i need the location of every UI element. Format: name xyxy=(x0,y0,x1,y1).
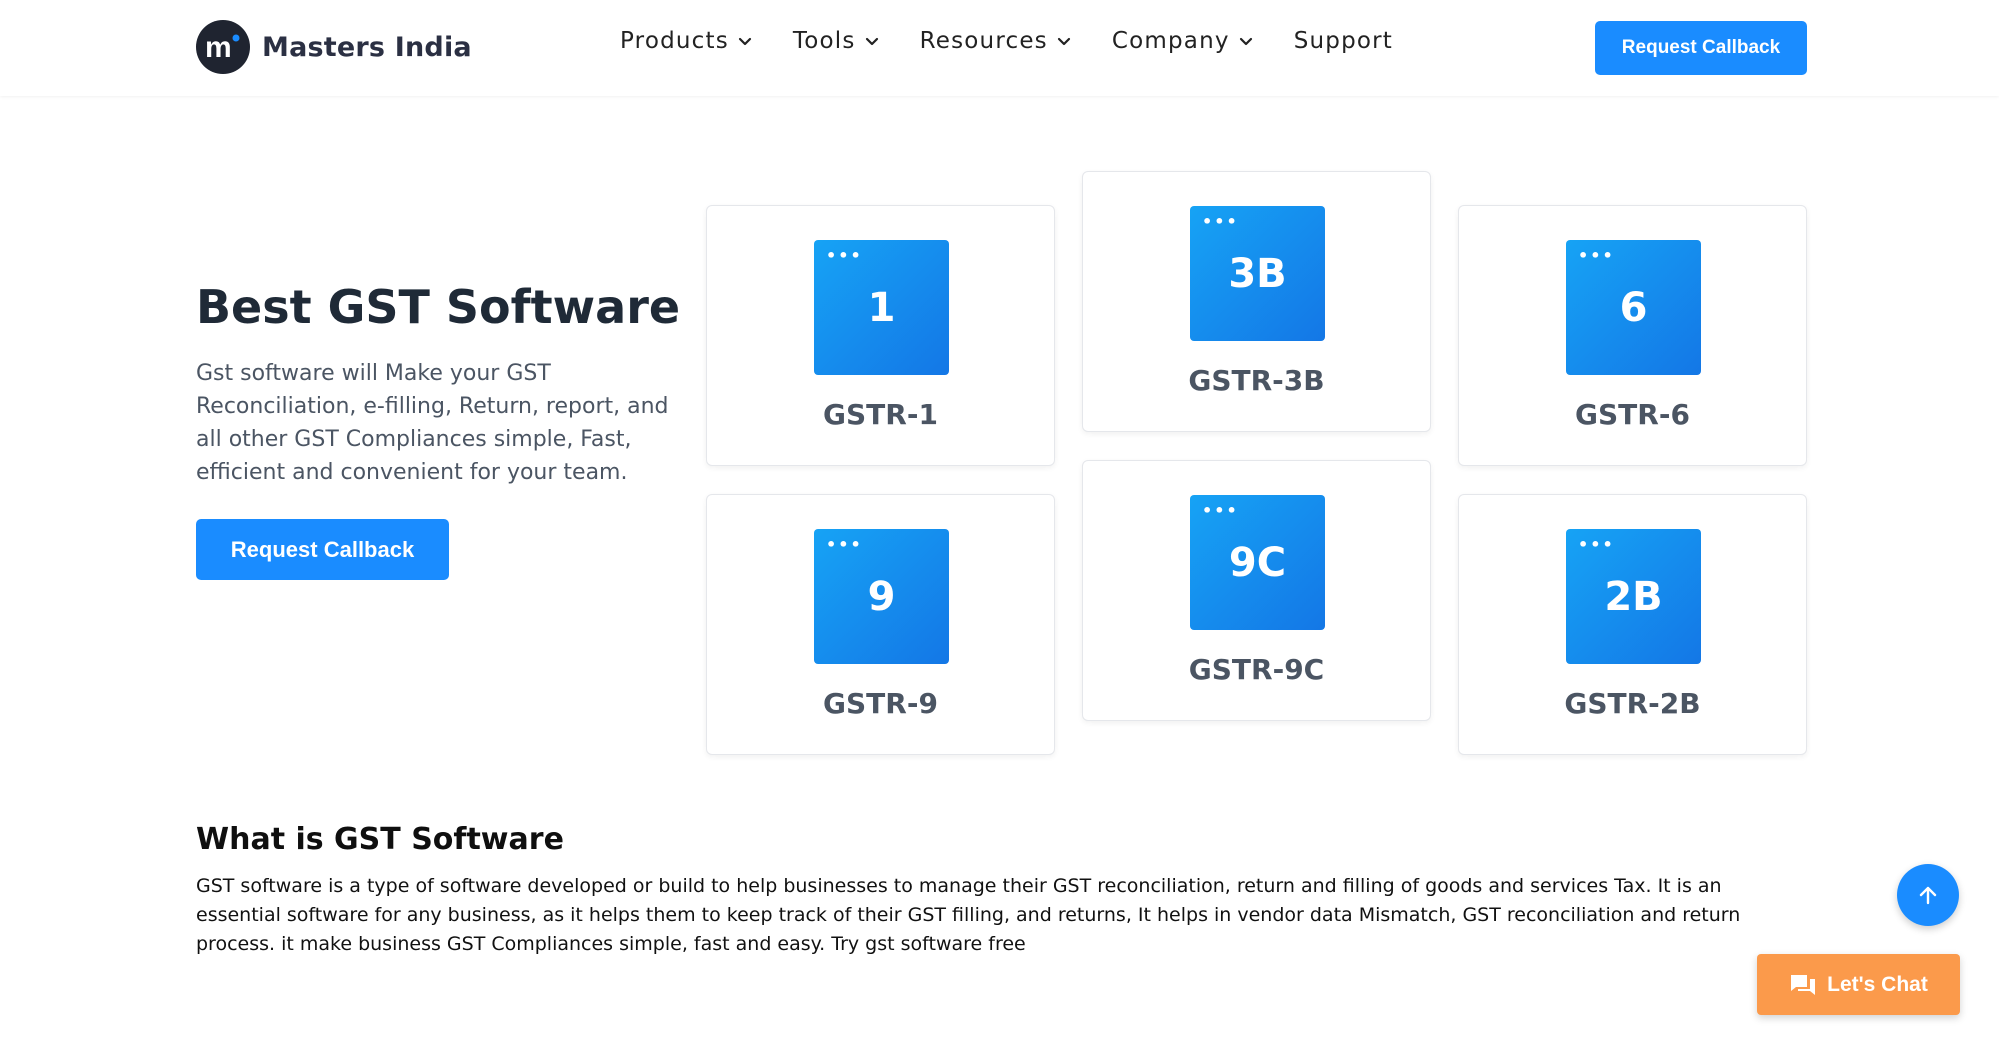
card-gstr-3b[interactable]: ••• 3B GSTR-3B xyxy=(1082,171,1431,432)
card-gstr-2b[interactable]: ••• 2B GSTR-2B xyxy=(1458,494,1807,755)
gstr-tile: ••• 3B xyxy=(1190,206,1325,341)
page-title: Best GST Software xyxy=(196,280,681,334)
card-label: GSTR-6 xyxy=(1575,398,1690,431)
card-label: GSTR-3B xyxy=(1188,364,1325,397)
nav-company[interactable]: Company xyxy=(1112,28,1254,54)
card-gstr-6[interactable]: ••• 6 GSTR-6 xyxy=(1458,205,1807,466)
nav-tools[interactable]: Tools xyxy=(793,28,880,54)
site-logo[interactable]: m Masters India xyxy=(196,20,472,74)
dots-icon: ••• xyxy=(826,246,863,265)
arrow-up-icon xyxy=(1919,886,1937,905)
chevron-down-icon xyxy=(738,37,752,46)
card-gstr-9[interactable]: ••• 9 GSTR-9 xyxy=(706,494,1055,755)
card-label: GSTR-2B xyxy=(1564,687,1701,720)
lets-chat-button[interactable]: Let's Chat xyxy=(1757,954,1960,1015)
tile-code: 6 xyxy=(1619,284,1648,331)
nav-tools-label: Tools xyxy=(792,28,856,54)
chevron-down-icon xyxy=(1239,37,1252,46)
nav-company-label: Company xyxy=(1111,28,1230,54)
scroll-to-top-button[interactable] xyxy=(1897,864,1959,926)
tile-code: 2B xyxy=(1604,573,1663,620)
nav-products-label: Products xyxy=(620,28,729,54)
section-text: GST software is a type of software devel… xyxy=(196,875,1741,955)
gstr-tile: ••• 6 xyxy=(1566,240,1701,375)
hero-description: Gst software will Make your GST Reconcil… xyxy=(196,361,669,485)
chat-label: Let's Chat xyxy=(1827,972,1928,996)
card-gstr-9c[interactable]: ••• 9C GSTR-9C xyxy=(1082,460,1431,721)
site-header: m Masters India Products Tools Resources… xyxy=(0,0,1999,96)
gstr-tile: ••• 1 xyxy=(814,240,949,375)
tile-code: 3B xyxy=(1228,250,1287,297)
card-label: GSTR-1 xyxy=(823,398,938,431)
dots-icon: ••• xyxy=(826,535,863,554)
gstr-tile: ••• 2B xyxy=(1566,529,1701,664)
gstr-tile: ••• 9 xyxy=(814,529,949,664)
section-title: What is GST Software xyxy=(196,822,564,857)
chevron-down-icon xyxy=(865,37,878,46)
request-callback-hero-button[interactable]: Request Callback xyxy=(196,519,449,580)
tile-code: 9C xyxy=(1228,539,1287,586)
nav-products[interactable]: Products xyxy=(620,28,753,54)
nav-support[interactable]: Support xyxy=(1294,28,1393,54)
chevron-down-icon xyxy=(1057,37,1070,46)
card-gstr-1[interactable]: ••• 1 GSTR-1 xyxy=(706,205,1055,466)
card-label: GSTR-9C xyxy=(1188,653,1325,686)
dots-icon: ••• xyxy=(1202,501,1239,520)
logo-text: Masters India xyxy=(262,31,472,63)
card-label: GSTR-9 xyxy=(823,687,938,720)
gstr-tile: ••• 9C xyxy=(1190,495,1325,630)
dots-icon: ••• xyxy=(1578,535,1615,554)
tile-code: 9 xyxy=(867,573,896,620)
logo-mark-icon: m xyxy=(196,20,250,74)
chat-bubbles-icon xyxy=(1791,974,1816,995)
request-callback-header-button[interactable]: Request Callback xyxy=(1595,21,1807,75)
nav-support-label: Support xyxy=(1293,28,1394,54)
main-nav: Products Tools Resources Company Support xyxy=(620,28,1393,54)
nav-resources[interactable]: Resources xyxy=(920,28,1072,54)
dots-icon: ••• xyxy=(1578,246,1615,265)
svg-text:m: m xyxy=(205,32,232,62)
tile-code: 1 xyxy=(867,284,896,331)
nav-resources-label: Resources xyxy=(919,28,1048,54)
dots-icon: ••• xyxy=(1202,212,1239,231)
